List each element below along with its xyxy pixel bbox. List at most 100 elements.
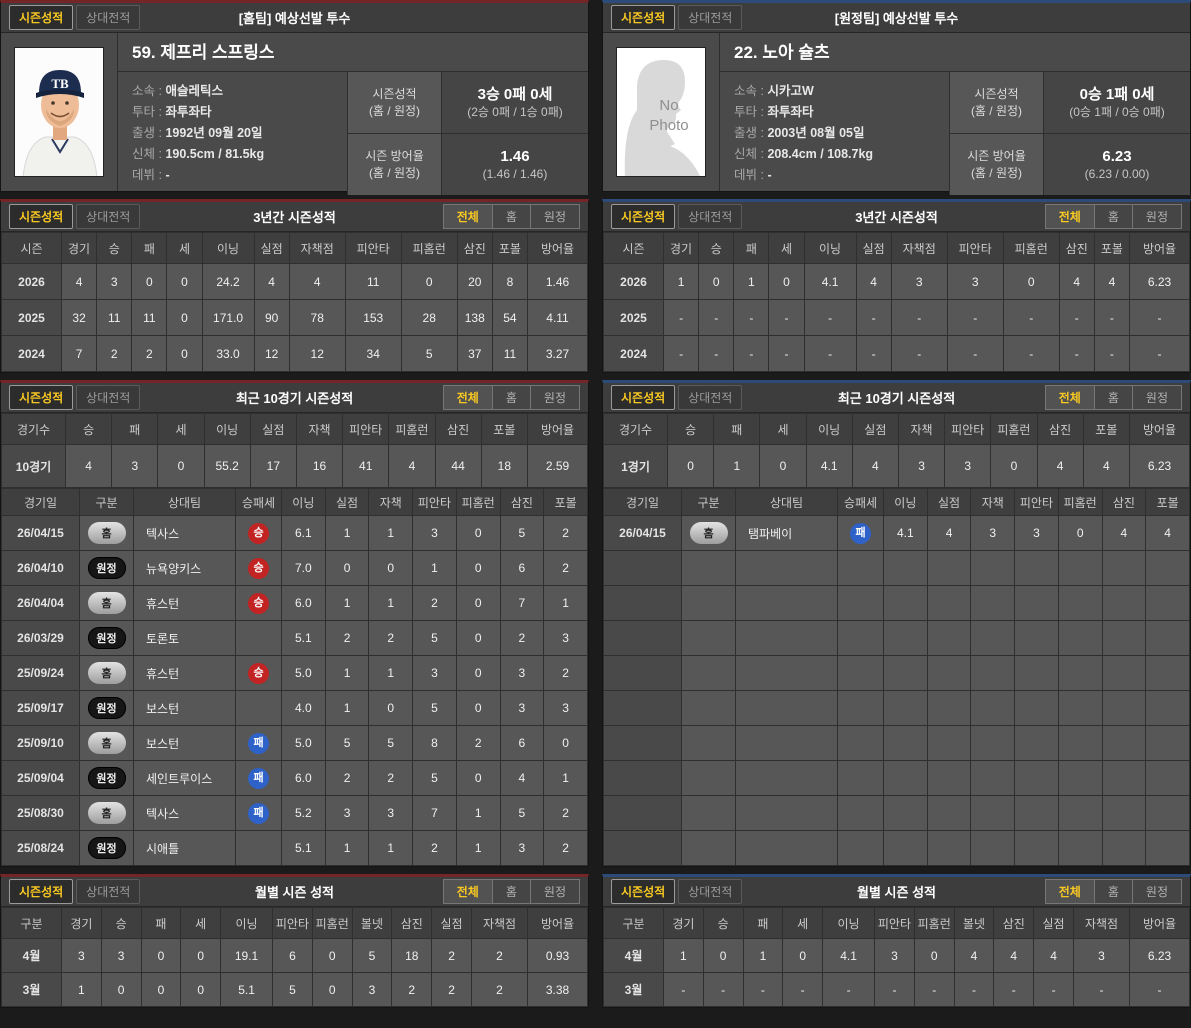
column-header: 피안타 xyxy=(342,413,390,445)
tab-season-stats[interactable]: 시즌성적 xyxy=(9,5,74,30)
column-header: 포볼 xyxy=(543,488,588,516)
filter-away[interactable]: 원정 xyxy=(529,385,580,410)
column-header: 자책점 xyxy=(1073,907,1130,939)
stat-cell: 1 xyxy=(662,263,700,300)
stat-cell: 4 xyxy=(855,263,892,300)
no-photo-silhouette: No Photo xyxy=(617,48,705,176)
filter-home[interactable]: 홈 xyxy=(1093,879,1133,904)
stat-cell: 0 xyxy=(455,620,501,656)
pitcher-info-body: No Photo 22. 노아 슐츠 소속 : 시카고W 투타 : 좌투좌타 출생 … xyxy=(603,33,1190,195)
svg-text:Photo: Photo xyxy=(649,117,688,134)
table-row: 2026 1 0 1 0 4.1 4 3 3 0 4 4 6.23 xyxy=(603,263,1190,300)
home-3year-panel: 시즌성적 상대전적 3년간 시즌성적 전체 홈 원정 시즌 경기 승 패 세 이닝 실점 자책점 피안타 피… xyxy=(0,199,589,373)
stat-cell: 4 xyxy=(1082,444,1131,488)
tab-season-stats[interactable]: 시즌성적 xyxy=(9,879,74,904)
tab-season-stats[interactable]: 시즌성적 xyxy=(611,385,676,410)
tab-head-to-head[interactable]: 상대전적 xyxy=(678,5,743,30)
filter-away[interactable]: 원정 xyxy=(529,204,580,229)
tab-season-stats[interactable]: 시즌성적 xyxy=(611,204,676,229)
stat-cell: 4.1 xyxy=(803,263,857,300)
empty-cell xyxy=(837,725,884,761)
filter-away[interactable]: 원정 xyxy=(529,879,580,904)
filter-all[interactable]: 전체 xyxy=(1044,385,1095,410)
tab-head-to-head[interactable]: 상대전적 xyxy=(76,5,141,30)
stat-cell: - xyxy=(782,972,824,1007)
stat-cell: 0 xyxy=(759,444,807,488)
panel-tabs: 시즌성적 상대전적 xyxy=(611,204,745,229)
stat-cell: 5 xyxy=(499,515,545,551)
detail-value: 190.5cm / 81.5kg xyxy=(165,147,265,161)
column-header: 세 xyxy=(157,413,205,445)
filter-home[interactable]: 홈 xyxy=(491,385,531,410)
filter-away[interactable]: 원정 xyxy=(1131,204,1182,229)
away-recent10-panel: 시즌성적 상대전적 최근 10경기 시즌성적 전체 홈 원정 경기수 승 패 세 이닝 실점 자책 피안… xyxy=(602,380,1191,867)
tab-head-to-head[interactable]: 상대전적 xyxy=(76,879,141,904)
empty-cell xyxy=(1014,690,1059,726)
stat-cell: 2 xyxy=(431,972,472,1007)
filter-home[interactable]: 홈 xyxy=(1093,204,1133,229)
tab-season-stats[interactable]: 시즌성적 xyxy=(611,5,676,30)
filter-all[interactable]: 전체 xyxy=(442,204,493,229)
filter-away[interactable]: 원정 xyxy=(1131,879,1182,904)
table-row: 3월 - - - - - - - - - - - - xyxy=(603,972,1190,1007)
game-log-row: 26/03/29 원정 토론토 5.1 2 2 5 0 2 3 xyxy=(1,620,588,656)
filter-away[interactable]: 원정 xyxy=(1131,385,1182,410)
stat-cell: 0 xyxy=(913,938,955,973)
tab-head-to-head[interactable]: 상대전적 xyxy=(678,385,743,410)
column-header: 경기수 xyxy=(1,413,66,445)
recent10-gamelog-table: 경기일 구분 상대팀 승패세 이닝 실점 자책 피안타 피홈런 삼진 포볼 26/04/15 홈 탬파베이… xyxy=(603,488,1190,866)
column-header: 실점 xyxy=(851,413,899,445)
panel-tabs: 시즌성적 상대전적 xyxy=(611,5,745,30)
table-header-row: 시즌 경기 승 패 세 이닝 실점 자책점 피안타 피홈런 삼진 포볼 방어율 xyxy=(1,232,588,264)
column-header: 상대팀 xyxy=(735,488,838,516)
tab-head-to-head[interactable]: 상대전적 xyxy=(76,385,141,410)
season-era-label: 시즌 방어율 (홈 / 원정) xyxy=(950,134,1044,195)
stat-cell: - xyxy=(702,972,744,1007)
column-header: 볼넷 xyxy=(953,907,995,939)
detail-label: 출생 xyxy=(734,126,758,140)
filter-home[interactable]: 홈 xyxy=(491,204,531,229)
away-3year-panel: 시즌성적 상대전적 3년간 시즌성적 전체 홈 원정 시즌 경기 승 패 세 이닝 실점 자책점 피안타 피… xyxy=(602,199,1191,373)
stat-cell: 5 xyxy=(400,335,458,372)
stat-cell: 1 xyxy=(412,550,457,586)
home-badge: 홈 xyxy=(87,522,126,544)
filter-all[interactable]: 전체 xyxy=(442,385,493,410)
empty-cell xyxy=(1145,760,1190,796)
tab-season-stats[interactable]: 시즌성적 xyxy=(611,879,676,904)
opponent-name: 보스턴 xyxy=(133,690,236,726)
detail-value: 좌투좌타 xyxy=(165,105,212,119)
tab-season-stats[interactable]: 시즌성적 xyxy=(9,204,74,229)
tab-head-to-head[interactable]: 상대전적 xyxy=(76,204,141,229)
stat-cell: 2 xyxy=(96,335,133,372)
filter-home[interactable]: 홈 xyxy=(491,879,531,904)
filter-all[interactable]: 전체 xyxy=(1044,204,1095,229)
empty-cell xyxy=(926,655,972,691)
tab-season-stats[interactable]: 시즌성적 xyxy=(9,385,74,410)
panel-title: [홈팀] 예상선발 투수 xyxy=(238,11,351,26)
game-log-row: 26/04/15 홈 탬파베이 패 4.1 4 3 3 0 4 4 xyxy=(603,515,1190,551)
stat-cell: - xyxy=(662,335,700,372)
table-row: 10경기 4 3 0 55.2 17 16 41 4 44 18 2.59 xyxy=(1,444,588,488)
tab-head-to-head[interactable]: 상대전적 xyxy=(678,879,743,904)
stat-cell: 4.1 xyxy=(805,444,853,488)
stat-cell: 2 xyxy=(431,938,472,973)
stat-cell: 3 xyxy=(946,263,1004,300)
scope-filter-group: 전체 홈 원정 xyxy=(1044,879,1182,904)
stat-cell: - xyxy=(803,299,857,336)
filter-all[interactable]: 전체 xyxy=(1044,879,1095,904)
column-header: 세 xyxy=(166,232,203,264)
home-recent10-panel: 시즌성적 상대전적 최근 10경기 시즌성적 전체 홈 원정 경기수 승 패 세 이닝 실점 자책 피안… xyxy=(0,380,589,867)
table-header-row: 구분 경기 승 패 세 이닝 피안타 피홈런 볼넷 삼진 실점 자책점 방어율 xyxy=(1,907,588,939)
opponent-name: 휴스턴 xyxy=(133,655,236,691)
empty-cell xyxy=(970,760,1016,796)
scope-filter-group: 전체 홈 원정 xyxy=(1044,204,1182,229)
filter-home[interactable]: 홈 xyxy=(1093,385,1133,410)
tab-head-to-head[interactable]: 상대전적 xyxy=(678,204,743,229)
row-label: 4월 xyxy=(603,938,664,973)
filter-all[interactable]: 전체 xyxy=(442,879,493,904)
column-header: 포볼 xyxy=(1093,232,1131,264)
stat-cell: 4 xyxy=(1101,515,1147,551)
empty-cell xyxy=(1101,655,1147,691)
empty-cell xyxy=(1101,725,1147,761)
table-header-row: 구분 경기 승 패 세 이닝 피안타 피홈런 볼넷 삼진 실점 자책점 방어율 xyxy=(603,907,1190,939)
